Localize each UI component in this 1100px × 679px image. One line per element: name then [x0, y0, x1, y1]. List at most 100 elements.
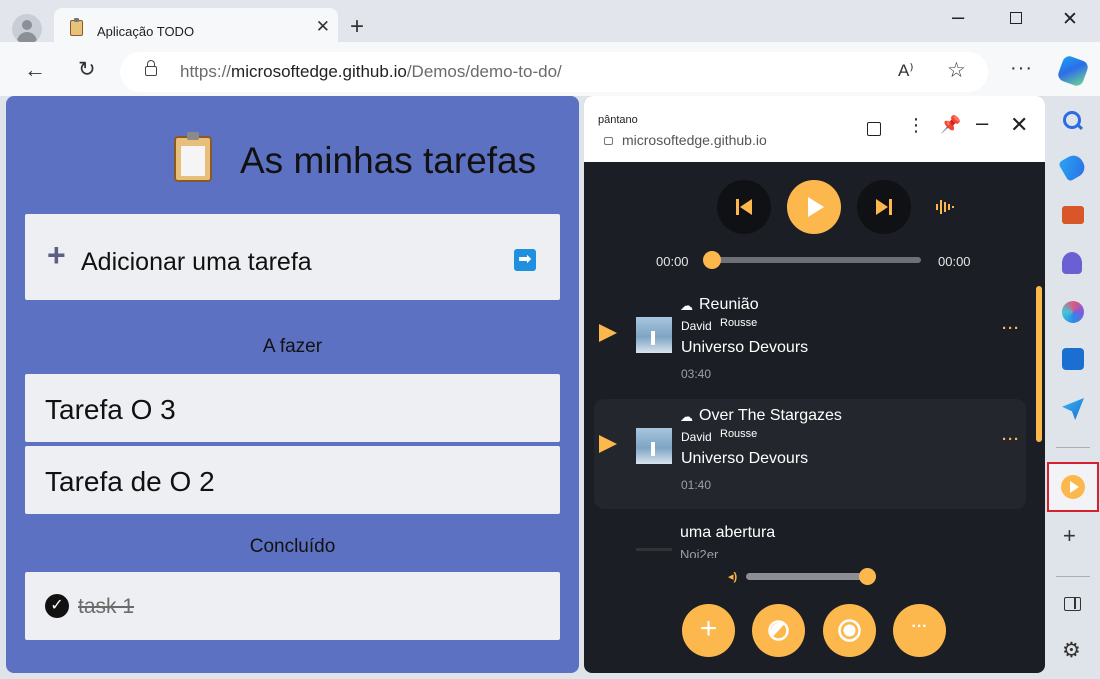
app-host: microsoftedge.github.io [622, 132, 767, 148]
clipboard-icon [70, 18, 83, 36]
url-host: microsoftedge.github.io [231, 62, 407, 81]
profile-avatar[interactable] [12, 14, 42, 44]
task-item[interactable]: Tarefa O 3 [25, 374, 560, 442]
search-icon[interactable] [1062, 110, 1084, 132]
seek-bar[interactable] [712, 257, 921, 263]
play-track-icon[interactable] [599, 324, 617, 342]
contrast-icon [768, 620, 789, 641]
clipboard-icon [174, 132, 212, 182]
more-options-button[interactable]: ··· [893, 604, 946, 657]
seek-knob[interactable] [703, 251, 721, 269]
previous-button[interactable] [717, 180, 771, 234]
office-icon[interactable] [1062, 301, 1084, 323]
games-icon[interactable] [1062, 252, 1082, 274]
maximize-icon[interactable] [1010, 12, 1022, 24]
minimize-icon[interactable]: – [952, 4, 964, 30]
add-task-field[interactable]: + Adicionar uma tarefa ➡ [25, 214, 560, 300]
track-title: Reunião [699, 296, 759, 313]
back-icon[interactable]: ← [24, 59, 46, 81]
close-window-icon[interactable]: ✕ [1062, 8, 1078, 31]
done-section-heading: Concluído [249, 536, 336, 557]
next-button[interactable] [857, 180, 911, 234]
cloud-icon: ☁ [680, 409, 693, 424]
panel-icon[interactable] [1064, 597, 1081, 611]
submit-arrow-icon[interactable]: ➡ [514, 249, 536, 271]
player-app-icon [1061, 475, 1085, 499]
album-cover [636, 317, 672, 353]
record-icon [838, 619, 861, 642]
app-name: pântano [598, 114, 638, 126]
music-player-panel: pântano microsoftedge.github.io ⋮ 📌 – ✕ … [584, 96, 1045, 673]
profile-head-shape [22, 20, 32, 30]
checkmark-icon[interactable]: ✓ [45, 594, 69, 618]
browser-toolbar: ← ↻ https://microsoftedge.github.io/Demo… [0, 42, 1100, 96]
tag-icon[interactable] [1057, 151, 1089, 183]
play-track-icon[interactable] [599, 435, 617, 453]
theme-button[interactable] [752, 604, 805, 657]
url-path: /Demos/demo-to-do/ [406, 62, 562, 81]
waveform-icon [936, 200, 954, 214]
read-aloud-icon[interactable]: A⁾ [898, 61, 914, 81]
add-song-button[interactable]: + [682, 604, 735, 657]
edge-sidebar: + ⚙ [1046, 96, 1100, 679]
outlook-icon[interactable] [1062, 348, 1084, 370]
time-elapsed: 00:00 [656, 254, 689, 269]
visualizer-button[interactable] [933, 197, 957, 217]
plus-icon: + [47, 237, 66, 273]
player-header: pântano microsoftedge.github.io ⋮ 📌 – ✕ [584, 96, 1045, 162]
track-item[interactable]: uma abertura Noi2er [584, 508, 1045, 558]
volume-knob[interactable] [859, 568, 877, 585]
browser-tab[interactable]: Aplicação TODO ✕ [54, 8, 338, 46]
album-cover [636, 428, 672, 464]
done-task-item[interactable]: ✓ task 1 [25, 572, 560, 640]
address-bar[interactable]: https://microsoftedge.github.io/Demos/de… [120, 52, 988, 92]
url-text[interactable]: https://microsoftedge.github.io/Demos/de… [180, 62, 562, 82]
tab-close-icon[interactable]: ✕ [316, 18, 330, 35]
minimize-icon[interactable]: – [976, 112, 988, 134]
title-bar: Aplicação TODO ✕ + – ✕ [0, 0, 1100, 46]
track-subtitle-partial: Noi2er [680, 547, 719, 558]
gear-icon[interactable]: ⚙ [1062, 638, 1081, 663]
more-vertical-icon[interactable]: ⋮ [907, 116, 925, 134]
track-item[interactable]: ☁ Over The Stargazes David Rousse Univer… [594, 399, 1026, 509]
new-tab-icon[interactable]: + [350, 15, 364, 39]
volume-slider[interactable] [746, 573, 876, 580]
send-icon[interactable] [1062, 398, 1084, 420]
task-text: Tarefa O 3 [45, 394, 176, 425]
tools-icon[interactable] [1062, 206, 1084, 224]
scrollbar[interactable] [1036, 286, 1042, 442]
more-options-icon[interactable]: ··· [1010, 58, 1033, 78]
add-icon[interactable]: + [1063, 523, 1076, 549]
sidebar-divider [1056, 576, 1090, 577]
pin-icon[interactable]: 📌 [940, 116, 961, 134]
more-horizontal-icon: ··· [911, 618, 928, 635]
lock-icon [604, 137, 613, 145]
copilot-icon[interactable] [1056, 54, 1090, 88]
task-text: Tarefa de O 2 [45, 466, 215, 497]
next-icon [876, 199, 892, 215]
close-icon[interactable]: ✕ [1010, 114, 1028, 136]
volume-icon: ◂) [728, 571, 738, 583]
favorite-star-icon[interactable]: ☆ [947, 58, 966, 83]
track-more-icon[interactable]: ··· [1002, 431, 1020, 448]
tab-title: Aplicação TODO [97, 24, 195, 39]
open-external-icon[interactable] [867, 122, 881, 136]
task-item[interactable]: Tarefa de O 2 [25, 446, 560, 514]
reload-icon[interactable]: ↻ [78, 59, 96, 80]
lock-icon[interactable] [145, 60, 157, 76]
add-task-label: Adicionar uma tarefa [81, 248, 312, 276]
track-duration: 03:40 [681, 367, 712, 381]
cloud-icon: ☁ [680, 298, 693, 313]
todo-page: As minhas tarefas + Adicionar uma tarefa… [6, 96, 579, 673]
play-button[interactable] [787, 180, 841, 234]
time-total: 00:00 [938, 254, 971, 269]
play-icon [808, 197, 824, 217]
url-prefix: https:// [180, 62, 232, 81]
track-more-icon[interactable]: ··· [1002, 320, 1020, 337]
previous-icon [736, 199, 752, 215]
track-artist-last: Rousse [720, 428, 758, 440]
todo-section-heading: A fazer [262, 336, 323, 357]
track-item[interactable]: ☁ Reunião David Rousse Universo Devours … [594, 288, 1026, 398]
player-app-sidebar-button[interactable] [1047, 462, 1099, 512]
record-button[interactable] [823, 604, 876, 657]
